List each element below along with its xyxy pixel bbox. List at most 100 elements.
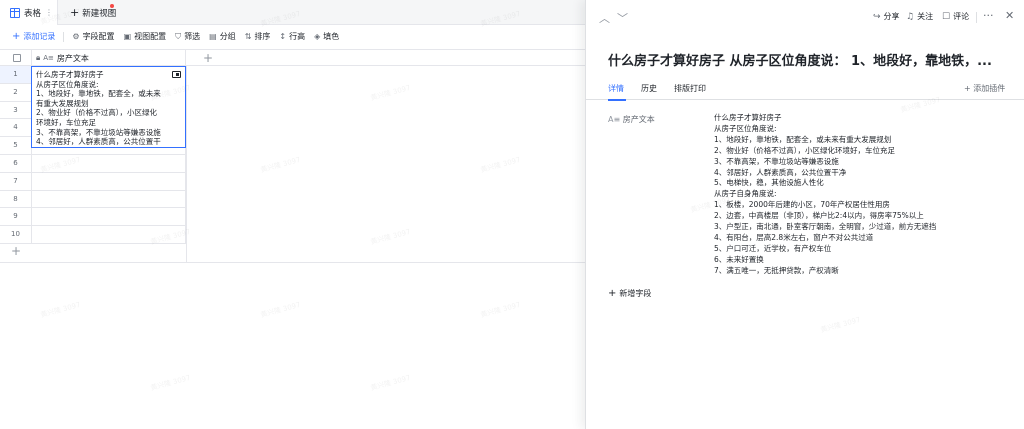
add-plugin-button[interactable]: + 添加插件 (964, 83, 1005, 94)
add-record-button[interactable]: + 添加记录 (12, 28, 55, 45)
tab-history[interactable]: 历史 (641, 83, 657, 94)
tab-table-label: 表格 (24, 8, 42, 19)
view-config-button[interactable]: ▣ 视图配置 (124, 28, 167, 45)
grid-right-border (186, 66, 187, 263)
header-divider (976, 12, 977, 23)
view-toolbar: + 添加记录 ⚙ 字段配置 ▣ 视图配置 ⛉ 筛选 ▤ 分组 ⇅ 排序 ↕ 行高… (0, 28, 585, 45)
toolbar-divider (63, 31, 65, 42)
table-cell[interactable] (31, 172, 186, 191)
add-field-button[interactable]: + 新增字段 (608, 288, 651, 299)
editor-line: 环境好，车位充足 (36, 117, 96, 127)
row-number: 1 (0, 66, 31, 83)
table-row[interactable]: 7 (0, 172, 186, 191)
editor-line: 1、地段好，靠地铁，配套全，或未来 (36, 89, 161, 99)
row-height-button[interactable]: ↕ 行高 (279, 28, 305, 45)
share-icon: ↪ (873, 11, 881, 22)
add-row-button[interactable]: + (11, 244, 21, 258)
row-number: 8 (13, 194, 18, 203)
close-icon[interactable]: ✕ (1005, 9, 1014, 22)
field-value[interactable]: 什么房子才算好房子 从房子区位角度说: 1、地段好，靠地铁，配套全，或未来有重大… (714, 113, 1004, 275)
more-icon[interactable]: ··· (983, 9, 994, 22)
paint-bucket-icon: ◈ (314, 32, 321, 41)
follow-button[interactable]: ♫ 关注 (906, 11, 933, 22)
new-badge-dot (110, 4, 114, 8)
column-header-property-text[interactable]: 🔒︎ A≡ 房产文本 (31, 50, 186, 66)
field-label-text: 房产文本 (622, 115, 655, 124)
row-number: 3 (13, 105, 18, 114)
filter-button[interactable]: ⛉ 筛选 (175, 28, 200, 45)
table-cell[interactable] (31, 190, 186, 209)
tab-details[interactable]: 详情 (608, 83, 624, 94)
field-line: 从房子区位角度说: (714, 123, 777, 133)
field-line: 4、有阳台，层高2.8米左右，窗户不对公共过道 (714, 232, 874, 242)
add-record-label: 添加记录 (23, 32, 56, 41)
table-cell[interactable] (31, 208, 186, 227)
table-row[interactable]: 9 (0, 208, 186, 227)
panel-tabs: 详情 历史 排版打印 + 添加插件 (586, 80, 1024, 101)
comment-label: 评论 (953, 12, 970, 21)
field-line: 3、户型正，南北通，卧室客厅朝南，全明窗，少过道，前方无遮挡 (714, 222, 937, 232)
add-field-label: 新增字段 (619, 289, 652, 298)
row-number: 6 (13, 159, 18, 167)
row-number: 4 (13, 123, 18, 132)
text-field-icon: A≡ (43, 54, 54, 62)
grid-header: 🔒︎ A≡ 房产文本 + (0, 49, 585, 66)
field-line: 5、电梯快，稳，其他设施人性化 (714, 178, 824, 188)
view-config-icon: ▣ (123, 32, 132, 41)
cell-editor[interactable]: 什么房子才算好房子 从房子区位角度说: 1、地段好，靠地铁，配套全，或未来 有重… (31, 66, 186, 148)
fill-color-button[interactable]: ◈ 填色 (314, 28, 339, 45)
table-cell[interactable] (31, 155, 186, 173)
tab-menu-icon[interactable]: ⋮ (45, 8, 53, 17)
row-number: 10 (11, 230, 20, 239)
filter-icon: ⛉ (175, 31, 182, 41)
select-all-checkbox[interactable] (13, 54, 21, 62)
row-height-label: 行高 (289, 32, 306, 41)
table-row[interactable]: 10 (0, 226, 186, 244)
field-config-button[interactable]: ⚙ 字段配置 (72, 28, 114, 45)
row-number: 5 (13, 141, 18, 150)
fill-color-label: 填色 (323, 32, 340, 41)
share-label: 分享 (883, 12, 900, 21)
field-line: 6、未来好置换 (714, 254, 764, 264)
table-cell[interactable] (31, 226, 186, 244)
follow-label: 关注 (917, 12, 934, 21)
table-row[interactable]: 8 (0, 190, 186, 209)
active-tab-underline (608, 99, 626, 101)
editor-line: 从房子区位角度说: (36, 79, 99, 89)
field-line: 2、物业好（价格不过高），小区绿化环境好，车位充足 (714, 145, 896, 155)
field-line: 5、户口可迁，近学校，有产权车位 (714, 243, 832, 253)
filter-label: 筛选 (184, 32, 201, 41)
field-line: 2、边套，中高楼层（非顶），梯户比2:4以内，得房率75%以上 (714, 211, 924, 221)
expand-record-icon[interactable] (172, 71, 181, 78)
sort-icon: ⇅ (244, 32, 252, 41)
table-icon (10, 7, 20, 18)
text-field-icon: A≡ (608, 115, 621, 124)
group-button[interactable]: ▤ 分组 (209, 28, 236, 45)
field-line: 3、不靠高架，不靠垃圾站等嫌恶设施 (714, 156, 839, 166)
new-view-button[interactable]: + 新建视图 (66, 0, 116, 25)
field-line: 什么房子才算好房子 (714, 113, 782, 122)
comment-button[interactable]: ☐ 评论 (942, 11, 969, 22)
sort-button[interactable]: ⇅ 排序 (245, 28, 271, 45)
share-button[interactable]: ↪ 分享 (873, 11, 900, 22)
plus-icon: + (12, 31, 21, 42)
group-label: 分组 (219, 32, 236, 41)
editor-line: 有重大发展规划 (36, 98, 89, 108)
chevron-up-icon[interactable]: ︿ (599, 10, 610, 26)
field-line: 从房子自身角度说: (714, 189, 777, 199)
tab-table[interactable]: 表格 ⋮ (0, 0, 58, 25)
chevron-down-icon[interactable]: ﹀ (617, 10, 628, 26)
table-row[interactable]: 6 (0, 155, 186, 173)
record-detail-panel: ︿ ﹀ ↪ 分享 ♫ 关注 ☐ 评论 ··· ✕ 什么房子才算好房子 从房子区位… (585, 0, 1024, 429)
tab-print-layout[interactable]: 排版打印 (674, 83, 706, 94)
bell-icon: ♫ (906, 11, 915, 22)
field-line: 1、板楼，2000年后建的小区，70年产权居住性用房 (714, 200, 890, 210)
editor-line: 什么房子才算好房子 (36, 70, 104, 79)
add-column-button[interactable]: + (203, 51, 213, 65)
table-view: 表格 ⋮ + 新建视图 + 添加记录 ⚙ 字段配置 ▣ 视图配置 ⛉ 筛选 ▤ … (0, 0, 586, 429)
plus-icon: + (608, 288, 617, 299)
view-tabbar: 表格 ⋮ + 新建视图 (0, 0, 585, 25)
group-icon: ▤ (209, 32, 217, 41)
add-plugin-label: 添加插件 (973, 84, 1006, 93)
field-line: 7、满五唯一，无抵押贷款，产权清晰 (714, 265, 839, 275)
